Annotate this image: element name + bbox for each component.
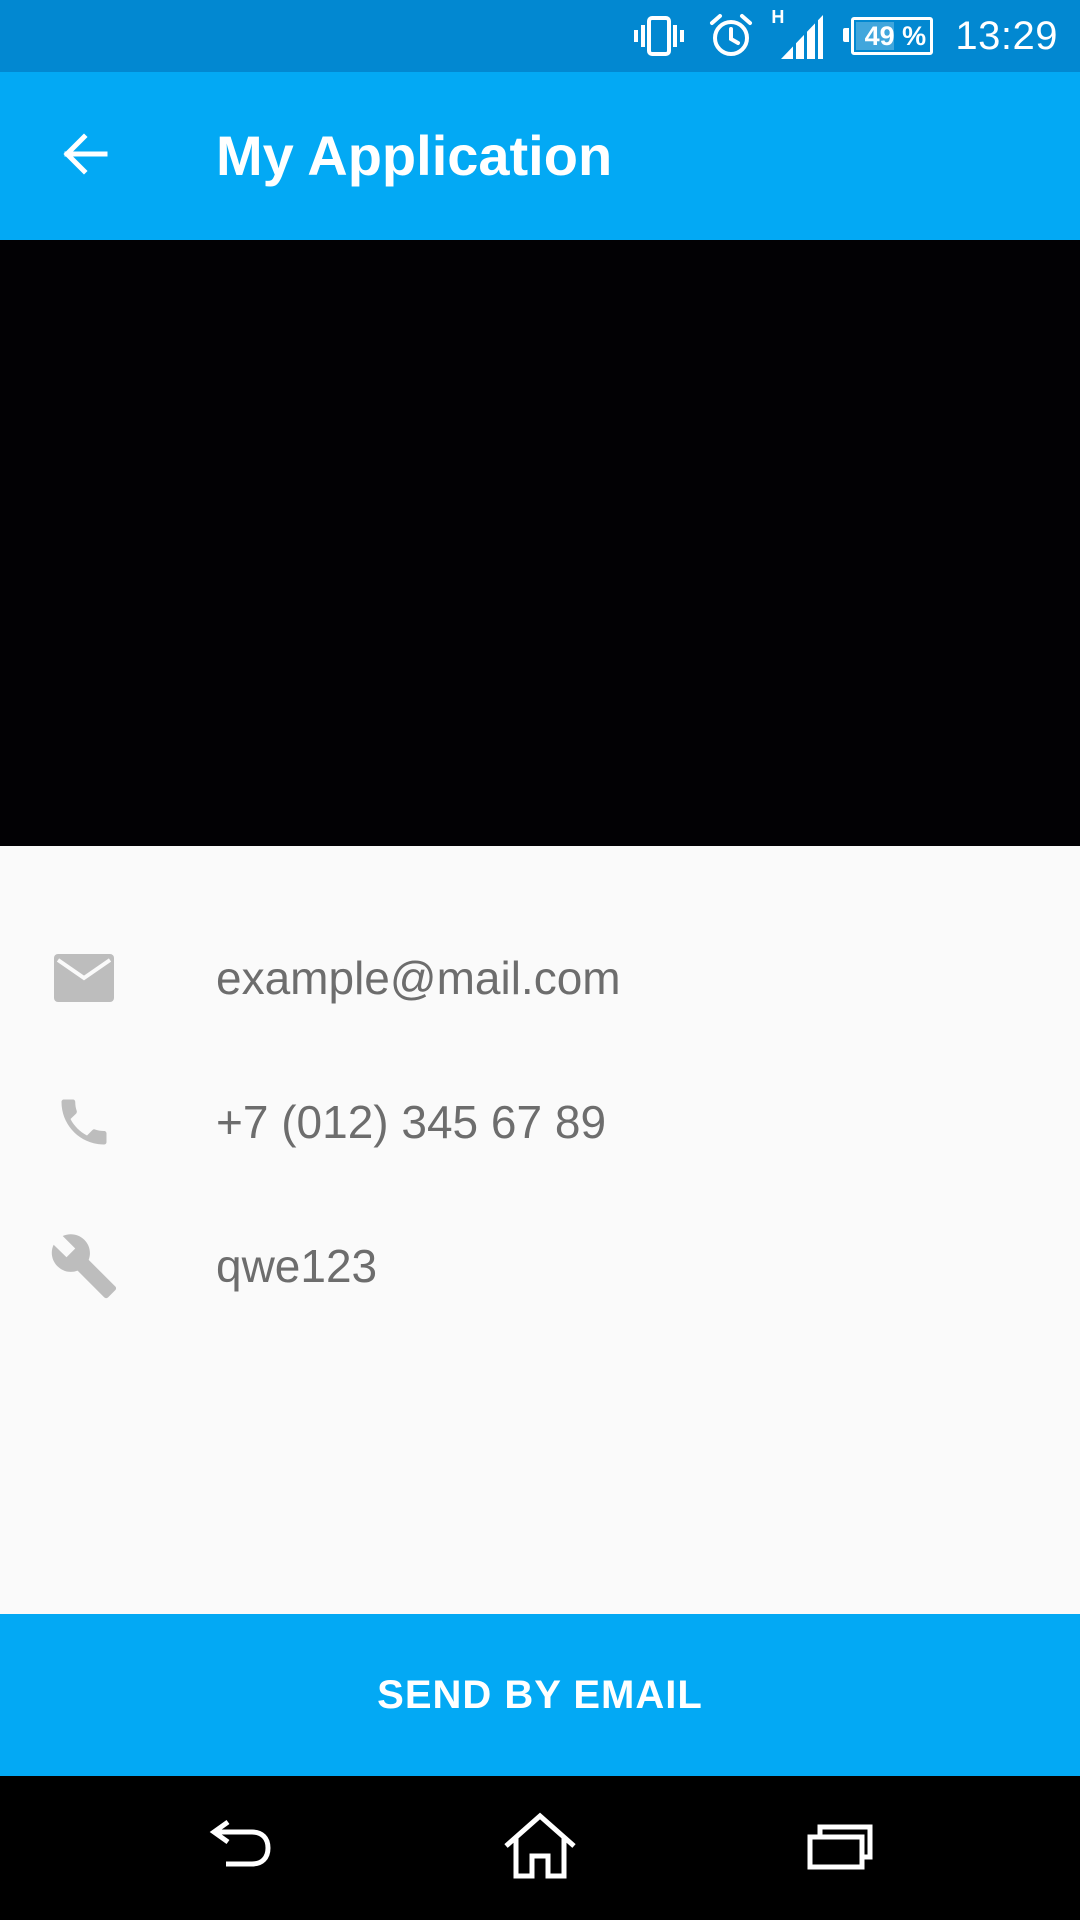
home-icon <box>502 1812 578 1885</box>
back-nav-icon <box>204 1818 276 1879</box>
navigation-bar <box>0 1776 1080 1920</box>
signal-icon: H <box>771 7 825 61</box>
email-value: example@mail.com <box>216 952 621 1004</box>
code-value: qwe123 <box>216 1240 378 1292</box>
network-type-label: H <box>771 7 785 27</box>
nav-recents-button[interactable] <box>780 1800 900 1896</box>
battery-percent: 49 % <box>864 20 927 51</box>
image-preview <box>0 240 1080 846</box>
email-icon <box>48 942 120 1014</box>
vibrate-icon <box>631 14 687 58</box>
recents-icon <box>806 1821 874 1876</box>
send-by-email-button[interactable]: SEND BY EMAIL <box>0 1614 1080 1776</box>
code-row: qwe123 <box>0 1206 1080 1326</box>
phone-icon <box>48 1086 120 1158</box>
nav-back-button[interactable] <box>180 1800 300 1896</box>
alarm-icon <box>707 12 755 60</box>
phone-row: +7 (012) 345 67 89 <box>0 1062 1080 1182</box>
nav-home-button[interactable] <box>480 1800 600 1896</box>
page-title: My Application <box>216 124 613 187</box>
arrow-back-icon <box>59 128 111 185</box>
phone-value: +7 (012) 345 67 89 <box>216 1096 607 1148</box>
status-bar: H 49 % 13:29 <box>0 0 1080 72</box>
wrench-icon <box>48 1230 120 1302</box>
status-icons: H 49 % 13:29 <box>611 0 1058 72</box>
battery-icon: 49 % <box>843 17 934 55</box>
status-clock: 13:29 <box>955 13 1058 58</box>
app-bar: My Application <box>0 72 1080 240</box>
details-list: example@mail.com +7 (012) 345 67 89 qwe1… <box>0 846 1080 1614</box>
email-row: example@mail.com <box>0 918 1080 1038</box>
back-button[interactable] <box>40 116 130 196</box>
